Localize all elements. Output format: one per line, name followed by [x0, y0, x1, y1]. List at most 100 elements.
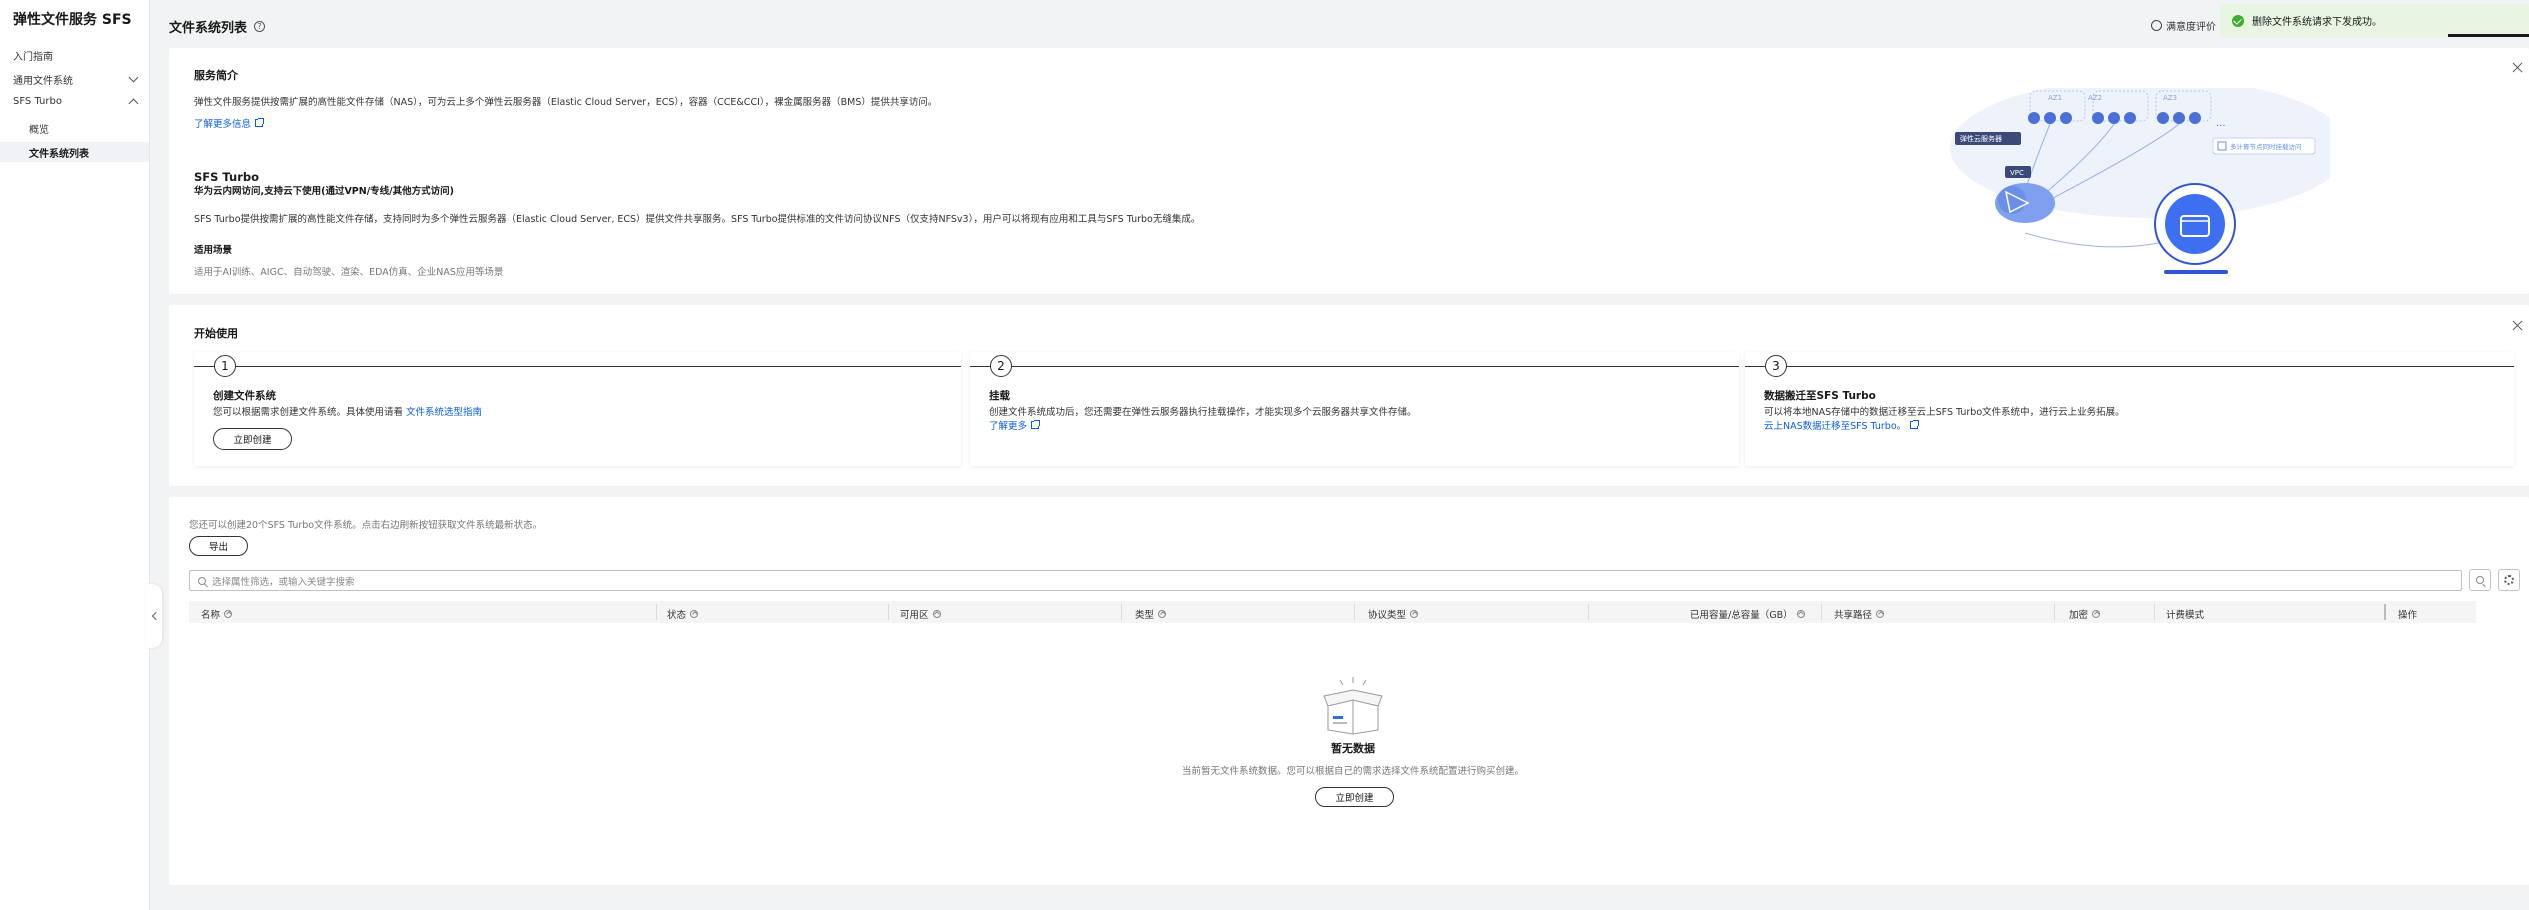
page-title-text: 文件系统列表: [169, 21, 248, 36]
server-node-icon: [2060, 112, 2072, 124]
az-label: AZ1: [2048, 94, 2062, 102]
page-title: 文件系统列表 ?: [169, 17, 266, 36]
sidebar-item-fs-list[interactable]: 文件系统列表: [29, 145, 89, 160]
filter-icon[interactable]: [1410, 610, 1419, 618]
step-desc: 创建文件系统成功后，您还需要在弹性云服务器执行挂载操作，才能实现多个云服务器共享…: [989, 407, 1417, 418]
column-header-capacity[interactable]: 已用容量/总容量（GB）: [1690, 607, 1805, 621]
smile-icon: [2151, 20, 2162, 31]
server-node-icon: [2124, 112, 2136, 124]
sidebar: 弹性文件服务 SFS 入门指南 通用文件系统 SFS Turbo 概览 文件系统…: [0, 0, 150, 910]
scenario-title: 适用场景: [194, 245, 233, 256]
server-node-icon: [2092, 112, 2104, 124]
column-divider: [1821, 604, 1822, 620]
external-link-icon: [255, 118, 265, 127]
sidebar-item-label: 入门指南: [13, 52, 53, 63]
search-input[interactable]: 选择属性筛选，或输入关键字搜索: [189, 570, 2462, 591]
external-link-icon: [1910, 420, 1920, 429]
box-mark: [1333, 716, 1343, 719]
sidebar-item-label: 通用文件系统: [13, 76, 73, 87]
ecs-label: 弹性云服务器: [1960, 134, 2002, 143]
box-line: [1333, 722, 1347, 724]
column-header-az[interactable]: 可用区: [900, 607, 941, 621]
close-getting-started-icon[interactable]: [2512, 320, 2524, 332]
column-divider: [1121, 604, 1122, 620]
toast-progress: [2448, 34, 2529, 37]
more-dots: ...: [2216, 118, 2226, 129]
filter-icon[interactable]: [2092, 610, 2101, 618]
chevron-down-icon: [128, 72, 139, 83]
external-link-icon: [1031, 420, 1041, 429]
filter-icon[interactable]: [690, 610, 699, 618]
storage-base: [2164, 270, 2228, 274]
create-fs-button[interactable]: 立即创建: [213, 428, 292, 450]
empty-create-button[interactable]: 立即创建: [1315, 787, 1394, 807]
file-storage-core: [2165, 194, 2225, 254]
column-header-name[interactable]: 名称: [201, 607, 233, 621]
empty-state-description: 当前暂无文件系统数据。您可以根据自己的需求选择文件系统配置进行购买创建。: [1181, 766, 1525, 777]
scenario-description: 适用于AI训练、AIGC、自动驾驶、渲染、EDA仿真、企业NAS应用等场景: [194, 267, 504, 278]
sidebar-item-getting-started[interactable]: 入门指南: [13, 48, 137, 63]
settings-button[interactable]: [2498, 569, 2520, 591]
column-label: 共享路径: [1834, 610, 1873, 621]
feedback-label: 满意度评价: [2166, 22, 2216, 33]
column-divider: [1354, 604, 1355, 620]
feedback-button[interactable]: 满意度评价: [2151, 18, 2216, 33]
column-label: 类型: [1135, 610, 1155, 621]
refresh-button[interactable]: [2469, 569, 2491, 591]
empty-box-icon: [1323, 677, 1383, 735]
column-header-type[interactable]: 类型: [1135, 607, 1167, 621]
selection-guide-link[interactable]: 文件系统选型指南: [406, 404, 482, 418]
column-label: 加密: [2069, 610, 2089, 621]
mount-learn-more-link[interactable]: 了解更多: [989, 418, 1041, 432]
step-desc-1: 您可以根据需求创建文件系统。具体使用请看 文件系统选型指南: [213, 404, 482, 418]
column-header-encryption[interactable]: 加密: [2069, 607, 2101, 621]
check-circle-icon: [2232, 14, 2244, 27]
sidebar-item-label: SFS Turbo: [13, 96, 62, 107]
collapse-sidebar-button[interactable]: [146, 584, 162, 648]
sort-icon[interactable]: [1796, 610, 1805, 618]
column-label: 可用区: [900, 610, 929, 621]
close-intro-icon[interactable]: [2512, 62, 2524, 74]
learn-more-link[interactable]: 了解更多信息: [194, 116, 265, 130]
intro-title: 服务简介: [194, 69, 238, 82]
column-header-billing: 计费模式: [2166, 607, 2204, 621]
table-header: [189, 601, 2476, 623]
intro-description: 弹性文件服务提供按需扩展的高性能文件存储（NAS），可为云上多个弹性云服务器（E…: [194, 97, 938, 108]
step-number: 2: [990, 355, 1012, 377]
column-divider: [656, 604, 657, 620]
server-node-icon: [2173, 112, 2185, 124]
empty-title-text: 暂无数据: [1331, 742, 1375, 755]
sidebar-item-general-fs[interactable]: 通用文件系统: [13, 72, 139, 87]
column-header-status[interactable]: 状态: [667, 607, 699, 621]
column-divider: [2154, 604, 2155, 620]
step-line: [1745, 366, 2514, 367]
sort-icon[interactable]: [1876, 610, 1885, 618]
vpc-label: VPC: [2010, 169, 2024, 177]
filter-icon[interactable]: [1158, 610, 1167, 618]
step-line: [970, 366, 1739, 367]
help-icon[interactable]: ?: [254, 21, 266, 32]
chevron-left-icon: [151, 611, 160, 621]
step-number: 1: [214, 355, 236, 377]
column-header-protocol[interactable]: 协议类型: [1368, 607, 1419, 621]
sfs-illustration: AZ1 AZ2 AZ3 ... 弹性云服务器 VPC 多计算节点同时挂载访问: [1950, 88, 2330, 274]
server-node-icon: [2108, 112, 2120, 124]
step-title: 数据搬迁至SFS Turbo: [1764, 390, 1876, 402]
export-button[interactable]: 导出: [189, 536, 248, 556]
column-label: 名称: [201, 610, 221, 621]
step-desc: 您可以根据需求创建文件系统。具体使用请看: [213, 407, 404, 418]
turbo-description: SFS Turbo提供按需扩展的高性能文件存储，支持同时为多个弹性云服务器（El…: [194, 214, 1201, 225]
column-label: 已用容量/总容量（GB）: [1690, 610, 1793, 621]
migration-link[interactable]: 云上NAS数据迁移至SFS Turbo。: [1764, 418, 1920, 432]
chevron-up-icon: [128, 98, 139, 108]
column-label: 状态: [667, 610, 687, 621]
filter-icon[interactable]: [932, 610, 941, 618]
column-header-share-path[interactable]: 共享路径: [1834, 607, 1885, 621]
sidebar-item-overview[interactable]: 概览: [29, 121, 49, 136]
column-divider: [1588, 604, 1589, 620]
sidebar-item-sfs-turbo[interactable]: SFS Turbo: [13, 96, 139, 108]
step-title: 挂载: [989, 390, 1010, 402]
sort-icon[interactable]: [224, 610, 233, 618]
column-divider: [2054, 604, 2055, 620]
learn-more-label: 了解更多信息: [194, 119, 252, 130]
